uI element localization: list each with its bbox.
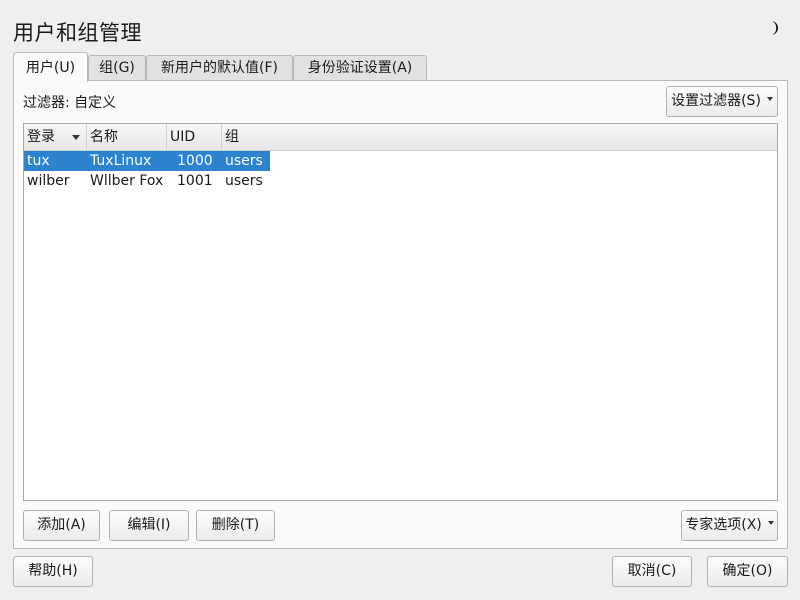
tab-groups[interactable]: 组(G) bbox=[88, 55, 146, 81]
dropdown-arrow-icon bbox=[766, 97, 773, 101]
expert-options-button[interactable]: 专家选项(X) bbox=[681, 510, 778, 541]
help-button[interactable]: 帮助(H) bbox=[13, 556, 93, 587]
users-panel: 过滤器: 自定义 设置过滤器(S) 登录 名称 UID 组 tux TuxLin… bbox=[13, 80, 788, 549]
column-header-group[interactable]: 组 bbox=[222, 124, 270, 150]
ok-button-label: 确定(O) bbox=[722, 563, 773, 579]
delete-button-label: 删除(T) bbox=[211, 517, 260, 533]
tab-users-label: 用户(U) bbox=[25, 60, 76, 76]
column-header-name[interactable]: 名称 bbox=[87, 124, 167, 150]
column-header-group-label: 组 bbox=[225, 129, 239, 145]
cell-name: TuxLinux bbox=[90, 153, 152, 169]
edit-button[interactable]: 编辑(I) bbox=[109, 510, 189, 541]
edit-button-label: 编辑(I) bbox=[127, 517, 171, 533]
set-filter-button-label: 设置过滤器(S) bbox=[671, 93, 761, 109]
column-header-uid-label: UID bbox=[170, 129, 196, 145]
column-header-login-label: 登录 bbox=[27, 129, 55, 145]
cell-login: wilber bbox=[27, 173, 70, 189]
table-row[interactable]: tux TuxLinux 1000 users bbox=[24, 151, 270, 171]
filter-label: 过滤器: 自定义 bbox=[23, 95, 117, 111]
tab-auth-settings[interactable]: 身份验证设置(A) bbox=[293, 55, 427, 81]
cancel-button[interactable]: 取消(C) bbox=[612, 556, 692, 587]
table-row[interactable]: wilber Wllber Fox 1001 users bbox=[24, 171, 270, 191]
window-title: 用户和组管理 bbox=[13, 21, 142, 45]
cell-group: users bbox=[225, 153, 263, 169]
set-filter-button[interactable]: 设置过滤器(S) bbox=[666, 86, 778, 117]
tab-new-user-defaults[interactable]: 新用户的默认值(F) bbox=[146, 55, 293, 81]
tab-users[interactable]: 用户(U) bbox=[13, 52, 88, 82]
dark-mode-toggle-icon[interactable] bbox=[765, 19, 783, 37]
cell-login: tux bbox=[27, 153, 50, 169]
cell-uid: 1001 bbox=[177, 173, 213, 189]
add-button[interactable]: 添加(A) bbox=[23, 510, 100, 541]
cell-uid: 1000 bbox=[177, 153, 213, 169]
cell-group: users bbox=[225, 173, 263, 189]
add-button-label: 添加(A) bbox=[37, 517, 86, 533]
dropdown-arrow-icon bbox=[767, 521, 774, 525]
tab-new-user-defaults-label: 新用户的默认值(F) bbox=[161, 60, 278, 76]
column-header-login[interactable]: 登录 bbox=[24, 124, 87, 150]
tab-groups-label: 组(G) bbox=[99, 60, 135, 76]
cancel-button-label: 取消(C) bbox=[627, 563, 677, 579]
ok-button[interactable]: 确定(O) bbox=[707, 556, 788, 587]
expert-options-button-label: 专家选项(X) bbox=[685, 517, 762, 533]
column-header-uid[interactable]: UID bbox=[167, 124, 222, 150]
table-header: 登录 名称 UID 组 bbox=[24, 124, 777, 151]
users-table[interactable]: 登录 名称 UID 组 tux TuxLinux 1000 users wilb… bbox=[23, 123, 778, 501]
delete-button[interactable]: 删除(T) bbox=[196, 510, 275, 541]
help-button-label: 帮助(H) bbox=[28, 563, 78, 579]
cell-name: Wllber Fox bbox=[90, 173, 164, 189]
sort-descending-icon bbox=[72, 135, 80, 140]
column-header-name-label: 名称 bbox=[90, 129, 118, 145]
tab-auth-settings-label: 身份验证设置(A) bbox=[307, 60, 413, 76]
